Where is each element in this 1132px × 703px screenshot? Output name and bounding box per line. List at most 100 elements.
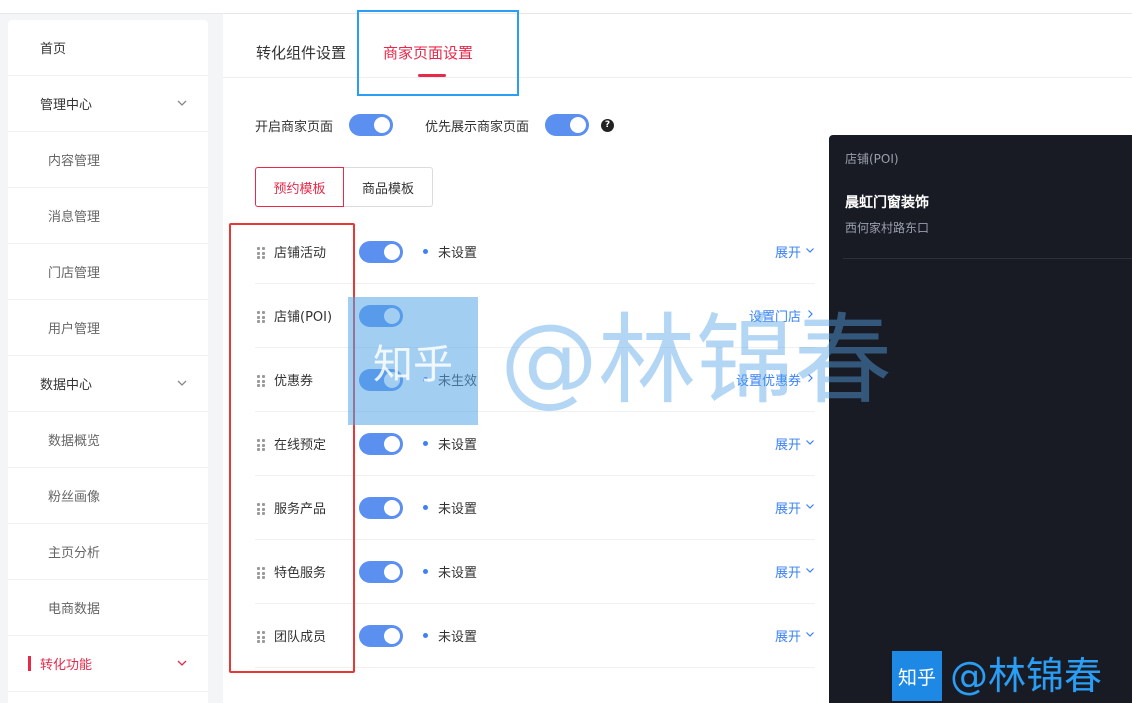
action-label: 展开 xyxy=(774,502,801,517)
chevron-down-icon xyxy=(176,657,188,669)
preview-shop-name: 晨虹门窗装饰 xyxy=(845,195,929,211)
chevron-down-icon xyxy=(801,628,815,643)
status-dot xyxy=(423,441,428,446)
module-status: 未设置 xyxy=(423,626,477,645)
module-toggle[interactable] xyxy=(359,369,403,391)
sidebar-item-label: 内容管理 xyxy=(48,154,101,169)
status-dot xyxy=(423,377,428,382)
toggle-knob xyxy=(384,628,400,644)
toggle-knob xyxy=(384,372,400,388)
sidebar-item-user-management[interactable]: 用户管理 xyxy=(8,300,208,356)
enable-merchant-page-label: 开启商家页面 xyxy=(255,119,334,135)
sidebar-item-message-management[interactable]: 消息管理 xyxy=(8,188,208,244)
sidebar-item-label: 粉丝画像 xyxy=(48,490,101,505)
prioritize-merchant-page-toggle[interactable] xyxy=(545,114,590,136)
action-label: 展开 xyxy=(774,630,801,645)
module-action-link[interactable]: 展开 xyxy=(775,562,815,581)
sidebar-item-ecommerce-data[interactable]: 电商数据 xyxy=(8,580,208,636)
action-label: 设置优惠券 xyxy=(735,374,801,389)
booking-template-button[interactable]: 预约模板 xyxy=(255,167,344,207)
sidebar-item-data-center[interactable]: 数据中心 xyxy=(8,356,208,412)
sidebar-item-label: 消息管理 xyxy=(48,210,101,225)
module-status: 未生效 xyxy=(423,370,477,389)
product-template-button[interactable]: 商品模板 xyxy=(344,167,433,207)
module-status: 未设置 xyxy=(423,498,477,517)
phone-preview: 店铺(POI) 晨虹门窗装饰 西何家村路东口 xyxy=(829,135,1132,703)
chevron-down-icon xyxy=(801,500,815,515)
annotation-box-blue xyxy=(357,10,519,96)
tab-bar: 转化组件设置 商家页面设置 xyxy=(223,10,1132,96)
chevron-down-icon xyxy=(176,97,188,109)
toggle-knob xyxy=(570,117,587,133)
enable-merchant-page-toggle[interactable] xyxy=(349,114,394,136)
toggle-knob xyxy=(384,308,400,324)
merchant-page-options: 开启商家页面 优先展示商家页面 ? xyxy=(255,114,615,136)
toggle-knob xyxy=(384,436,400,452)
module-action-link[interactable]: 展开 xyxy=(775,242,815,261)
toggle-knob xyxy=(384,564,400,580)
tab-conversion-settings[interactable]: 转化组件设置 xyxy=(256,42,346,63)
status-text: 未设置 xyxy=(438,566,478,581)
status-text: 未生效 xyxy=(438,374,478,389)
toggle-knob xyxy=(384,244,400,260)
status-text: 未设置 xyxy=(438,438,478,453)
toggle-knob xyxy=(374,117,391,133)
module-toggle[interactable] xyxy=(359,497,403,519)
sidebar-item-label: 用户管理 xyxy=(48,322,101,337)
action-label: 设置门店 xyxy=(748,310,801,325)
module-action-link[interactable]: 展开 xyxy=(775,498,815,517)
status-text: 未设置 xyxy=(438,246,478,261)
sidebar-item-label: 门店管理 xyxy=(48,266,101,281)
chevron-right-icon xyxy=(801,308,815,323)
module-action-link[interactable]: 设置门店 xyxy=(749,306,815,325)
sidebar-item-management-center[interactable]: 管理中心 xyxy=(8,76,208,132)
active-indicator xyxy=(28,656,31,671)
module-toggle[interactable] xyxy=(359,305,403,327)
module-toggle[interactable] xyxy=(359,241,403,263)
preview-address: 西何家村路东口 xyxy=(845,221,930,235)
module-status: 未设置 xyxy=(423,562,477,581)
sidebar-item-label: 数据概览 xyxy=(48,434,101,449)
sidebar-item-homepage-analysis[interactable]: 主页分析 xyxy=(8,524,208,580)
action-label: 展开 xyxy=(774,438,801,453)
sidebar-item-conversion[interactable]: 转化功能 xyxy=(8,636,208,692)
annotation-box-red xyxy=(229,223,355,673)
sidebar-item-label: 转化功能 xyxy=(40,658,93,673)
sidebar-item-label: 首页 xyxy=(40,42,67,57)
action-label: 展开 xyxy=(774,566,801,581)
module-action-link[interactable]: 展开 xyxy=(775,626,815,645)
chevron-down-icon xyxy=(176,377,188,389)
sidebar-item-label: 电商数据 xyxy=(48,602,101,617)
preview-heading: 店铺(POI) xyxy=(845,152,899,166)
sidebar-item-content-management[interactable]: 内容管理 xyxy=(8,132,208,188)
module-toggle[interactable] xyxy=(359,625,403,647)
sidebar-item-data-overview[interactable]: 数据概览 xyxy=(8,412,208,468)
toggle-knob xyxy=(384,500,400,516)
sidebar-item-fan-profile[interactable]: 粉丝画像 xyxy=(8,468,208,524)
sidebar-item-label: 管理中心 xyxy=(40,98,93,113)
module-action-link[interactable]: 设置优惠券 xyxy=(736,370,815,389)
module-toggle[interactable] xyxy=(359,561,403,583)
sidebar-item-store-management[interactable]: 门店管理 xyxy=(8,244,208,300)
action-label: 展开 xyxy=(774,246,801,261)
status-dot xyxy=(423,569,428,574)
chevron-down-icon xyxy=(801,436,815,451)
template-switch: 预约模板 商品模板 xyxy=(255,167,433,207)
module-status: 未设置 xyxy=(423,434,477,453)
status-dot xyxy=(423,633,428,638)
chevron-down-icon xyxy=(801,244,815,259)
sidebar-item-label: 数据中心 xyxy=(40,378,93,393)
chevron-down-icon xyxy=(801,564,815,579)
chevron-right-icon xyxy=(801,372,815,387)
status-dot xyxy=(423,249,428,254)
status-dot xyxy=(423,505,428,510)
prioritize-merchant-page-label: 优先展示商家页面 xyxy=(425,119,530,135)
sidebar-item-home[interactable]: 首页 xyxy=(8,20,208,76)
status-text: 未设置 xyxy=(438,502,478,517)
divider xyxy=(843,258,1132,259)
sidebar-item-label: 主页分析 xyxy=(48,546,101,561)
sidebar: 首页 管理中心 内容管理 消息管理 门店管理 用户管理 数据中心 数据概览 粉丝… xyxy=(8,20,208,703)
module-action-link[interactable]: 展开 xyxy=(775,434,815,453)
help-icon[interactable]: ? xyxy=(601,118,615,132)
module-toggle[interactable] xyxy=(359,433,403,455)
